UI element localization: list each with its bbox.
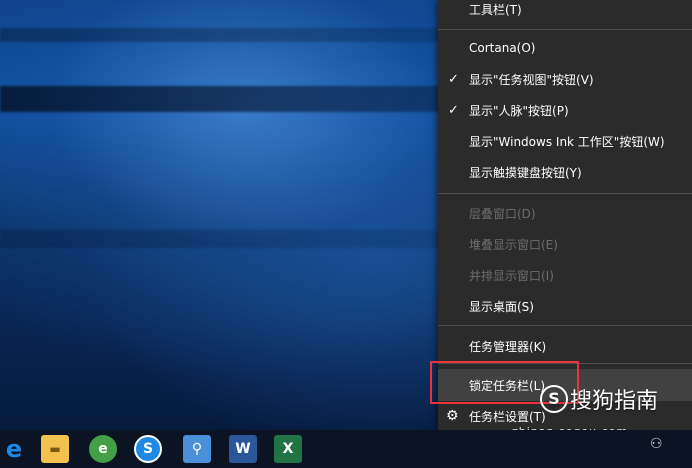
menu-separator (438, 29, 692, 30)
menu-item-show-windows-stacked: 堆叠显示窗口(E) (438, 230, 692, 258)
menu-item-label: 任务栏设置(T) (469, 409, 546, 424)
menu-item-label: 工具栏(T) (469, 2, 522, 17)
menu-item-label: 并排显示窗口(I) (469, 268, 554, 283)
menu-item-label: 显示"人脉"按钮(P) (469, 103, 569, 118)
menu-item-label: 层叠窗口(D) (469, 206, 536, 221)
menu-item-toolbars[interactable]: 工具栏(T) (438, 0, 692, 23)
menu-item-show-desktop[interactable]: 显示桌面(S) (438, 292, 692, 320)
menu-item-cascade-windows: 层叠窗口(D) (438, 199, 692, 227)
menu-item-show-people-button[interactable]: ✓ 显示"人脉"按钮(P) (438, 96, 692, 124)
edge-icon[interactable]: e (0, 435, 28, 463)
sogou-logo-icon: S (540, 385, 568, 413)
menu-item-label: Cortana(O) (469, 41, 536, 55)
menu-item-label: 显示"Windows Ink 工作区"按钮(W) (469, 134, 665, 149)
gear-icon: ⚙ (446, 408, 459, 424)
menu-item-task-manager[interactable]: 任务管理器(K) (438, 332, 692, 360)
people-icon[interactable]: ⚇ (650, 436, 663, 452)
menu-item-show-task-view-button[interactable]: ✓ 显示"任务视图"按钮(V) (438, 65, 692, 93)
menu-item-label: 任务管理器(K) (469, 339, 547, 354)
menu-item-label: 堆叠显示窗口(E) (469, 237, 558, 252)
menu-item-label: 显示"任务视图"按钮(V) (469, 72, 594, 87)
menu-separator (438, 193, 692, 194)
file-explorer-icon[interactable]: ▬ (41, 435, 69, 463)
menu-item-show-windows-side-by-side: 并排显示窗口(I) (438, 261, 692, 289)
watermark-brand: 搜狗指南 (570, 389, 659, 414)
menu-item-label: 显示桌面(S) (469, 299, 534, 314)
excel-icon[interactable]: X (274, 435, 302, 463)
browser-360-icon[interactable]: e (89, 435, 117, 463)
menu-separator (438, 325, 692, 326)
checkmark-icon: ✓ (448, 71, 459, 87)
checkmark-icon: ✓ (448, 102, 459, 118)
app-icon[interactable]: ⚲ (183, 435, 211, 463)
word-icon[interactable]: W (229, 435, 257, 463)
menu-item-show-touch-keyboard-button[interactable]: 显示触摸键盘按钮(Y) (438, 158, 692, 186)
taskbar[interactable]: e ▬ e S ⚲ W X ⚇ (0, 430, 692, 468)
menu-item-label: 显示触摸键盘按钮(Y) (469, 165, 582, 180)
menu-item-show-windows-ink-button[interactable]: 显示"Windows Ink 工作区"按钮(W) (438, 127, 692, 155)
menu-item-cortana[interactable]: Cortana(O) (438, 34, 692, 62)
sogou-watermark: S 搜狗指南 (540, 383, 690, 415)
sogou-browser-icon[interactable]: S (134, 435, 162, 463)
